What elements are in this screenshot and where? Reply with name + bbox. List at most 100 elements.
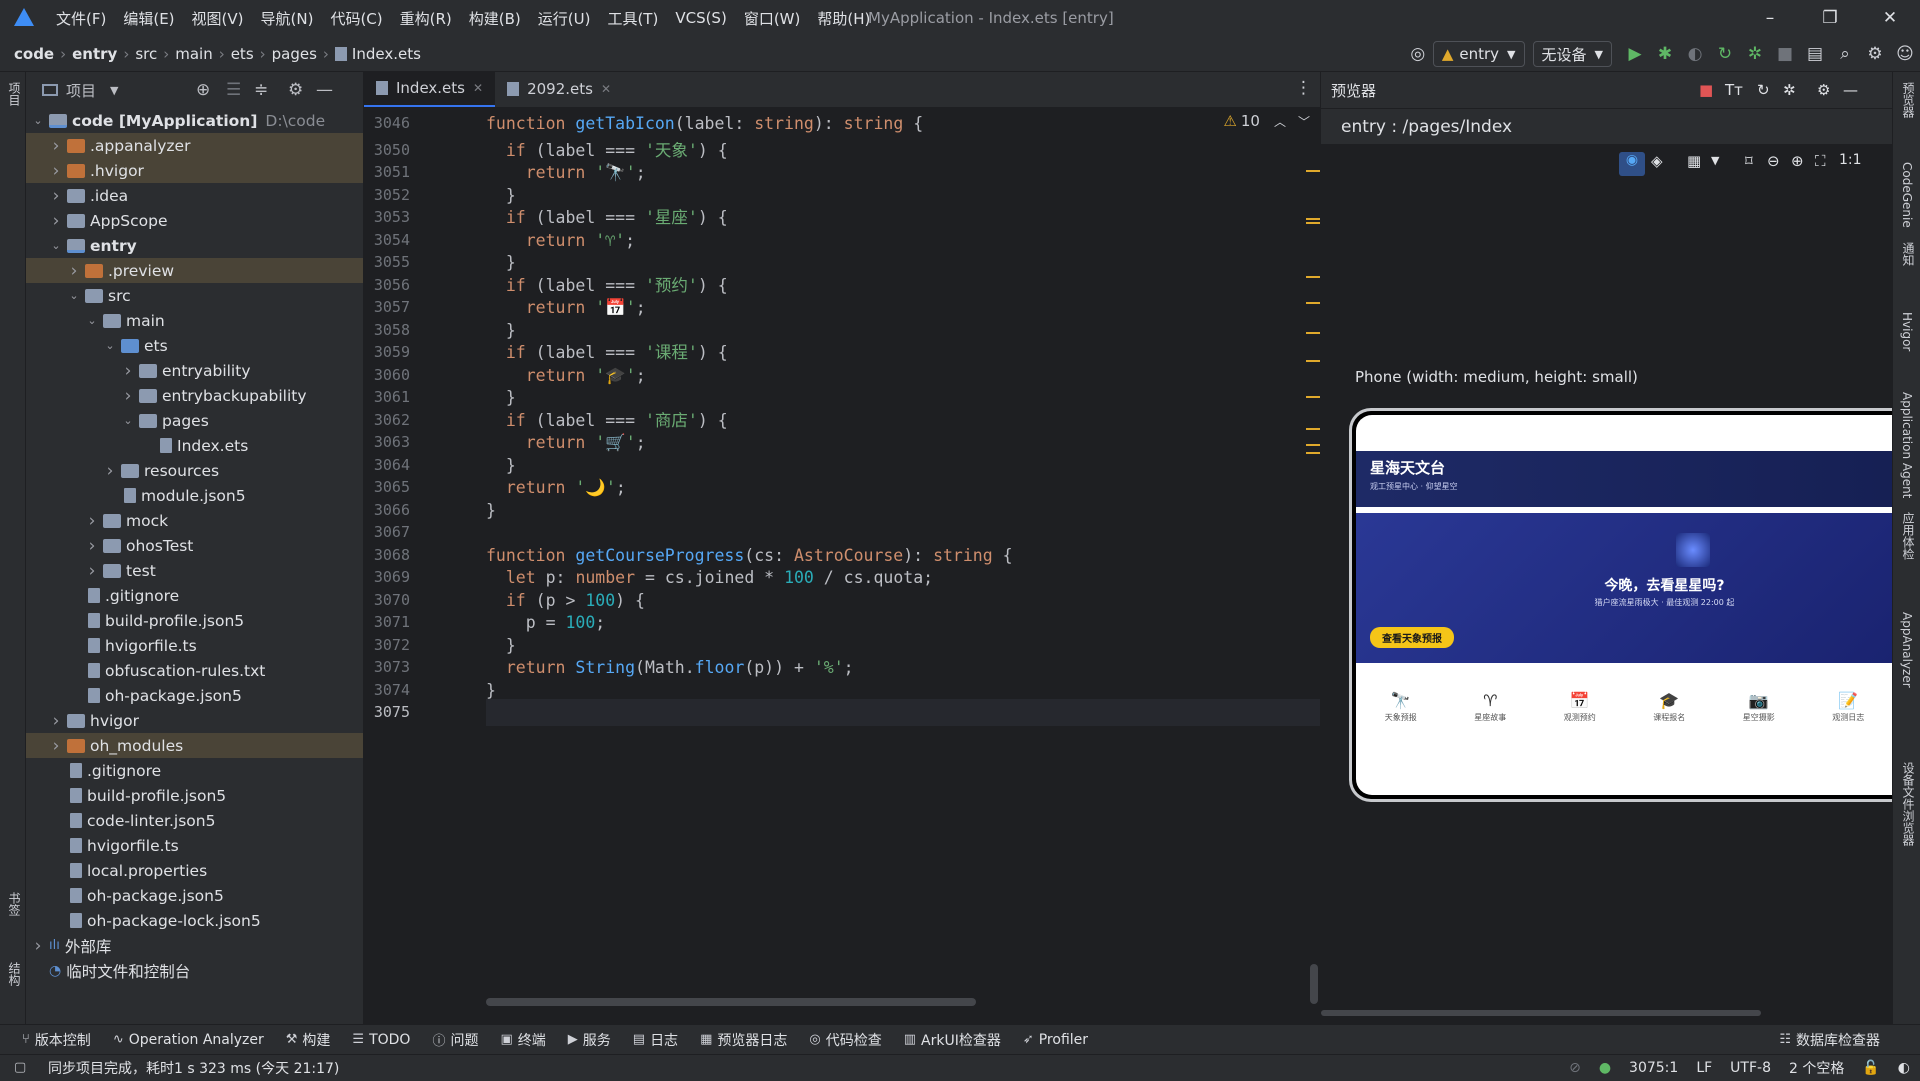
- tree-item[interactable]: ⌄ ets: [26, 333, 363, 358]
- forecast-button[interactable]: 查看天象预报: [1370, 627, 1454, 648]
- preview-scrollbar[interactable]: [1321, 1010, 1761, 1016]
- menu-item[interactable]: 运行(U): [538, 8, 591, 29]
- tree-item[interactable]: ⌄ entry: [26, 233, 363, 258]
- menu-item[interactable]: 帮助(H): [817, 8, 870, 29]
- bottom-tool-button[interactable]: ⚒ 构建: [286, 1030, 331, 1050]
- search-icon[interactable]: ⌕: [1830, 36, 1860, 72]
- breadcrumb-item[interactable]: pages: [272, 45, 317, 63]
- code-area[interactable]: function getTabIcon(label: string): stri…: [486, 108, 1320, 1024]
- warning-marker[interactable]: [1306, 360, 1320, 362]
- chevron-right-icon[interactable]: ›: [84, 561, 100, 581]
- chevron-right-icon[interactable]: ›: [48, 736, 64, 756]
- menu-item[interactable]: 文件(F): [56, 8, 106, 29]
- db-inspector-button[interactable]: ☷ 数据库检查器: [1779, 1030, 1880, 1050]
- restore-button[interactable]: ❐: [1800, 0, 1860, 36]
- right-tool-button[interactable]: 应用体检: [1900, 512, 1917, 560]
- bottom-tool-button[interactable]: ▤ 日志: [633, 1030, 678, 1050]
- right-tool-button[interactable]: CodeGenie: [1900, 162, 1914, 228]
- editor-tab[interactable]: Index.ets ✕: [364, 71, 496, 107]
- bottom-tool-button[interactable]: ▦ 预览器日志: [700, 1030, 787, 1050]
- menu-item[interactable]: 重构(R): [400, 8, 452, 29]
- breadcrumb-item[interactable]: Index.ets: [352, 45, 421, 63]
- tree-item[interactable]: › resources: [26, 458, 363, 483]
- tree-item[interactable]: build-profile.json5: [26, 608, 363, 633]
- chevron-up-icon[interactable]: ︿: [1274, 113, 1286, 130]
- device-manager-icon[interactable]: ▤: [1800, 36, 1830, 72]
- attach-debugger-icon[interactable]: ✲: [1740, 36, 1770, 72]
- fit-icon[interactable]: ⛶: [1815, 152, 1826, 170]
- bottom-tool-button[interactable]: ▥ ArkUI检查器: [904, 1030, 1001, 1050]
- chevron-down-icon[interactable]: ⌄: [120, 414, 136, 427]
- breadcrumb-item[interactable]: code: [14, 45, 54, 63]
- line-separator[interactable]: LF: [1696, 1060, 1712, 1076]
- project-panel-title[interactable]: 项目: [66, 80, 96, 101]
- actual-size-icon[interactable]: 1:1: [1839, 152, 1862, 168]
- device-select[interactable]: 无设备 ▼: [1532, 41, 1612, 67]
- warning-marker[interactable]: [1306, 222, 1320, 224]
- menu-item[interactable]: 视图(V): [192, 8, 244, 29]
- debug-icon[interactable]: ✱: [1650, 36, 1680, 72]
- right-tool-button[interactable]: 设备文件浏览器: [1900, 762, 1917, 846]
- indent-setting[interactable]: 2 个空格: [1789, 1058, 1844, 1078]
- font-size-icon[interactable]: Tт: [1725, 81, 1743, 99]
- right-tool-button[interactable]: 通知: [1900, 242, 1917, 266]
- settings-icon[interactable]: ⚙: [1860, 36, 1890, 72]
- chevron-down-icon[interactable]: ⌄: [102, 339, 118, 352]
- inspect-icon[interactable]: ✲: [1783, 81, 1796, 99]
- tree-item[interactable]: ⌄ src: [26, 283, 363, 308]
- chevron-down-icon[interactable]: ⌄: [30, 114, 46, 127]
- layers-icon[interactable]: ◈: [1651, 152, 1663, 170]
- memory-icon[interactable]: ◐: [1898, 1060, 1910, 1076]
- tree-item[interactable]: local.properties: [26, 858, 363, 883]
- chevron-right-icon[interactable]: ›: [48, 711, 64, 731]
- tree-item[interactable]: › .idea: [26, 183, 363, 208]
- chevron-down-icon[interactable]: ⌄: [84, 314, 100, 327]
- zoom-out-icon[interactable]: ⊖: [1767, 152, 1780, 170]
- bottom-tool-button[interactable]: ◎ 代码检查: [809, 1030, 881, 1050]
- chevron-right-icon[interactable]: ›: [48, 161, 64, 181]
- tree-item[interactable]: › ohosTest: [26, 533, 363, 558]
- breadcrumb-item[interactable]: entry: [72, 45, 117, 63]
- tree-item[interactable]: › hvigor: [26, 708, 363, 733]
- chevron-right-icon[interactable]: ›: [30, 936, 46, 956]
- menu-item[interactable]: 代码(C): [330, 8, 382, 29]
- app-nav-item[interactable]: 📷 星空摄影: [1714, 677, 1804, 737]
- horizontal-scrollbar[interactable]: [486, 998, 976, 1006]
- chevron-right-icon[interactable]: ›: [48, 136, 64, 156]
- tree-item[interactable]: › .preview: [26, 258, 363, 283]
- tree-item[interactable]: › entrybackupability: [26, 383, 363, 408]
- stop-icon[interactable]: ■: [1770, 36, 1800, 72]
- tree-item[interactable]: code-linter.json5: [26, 808, 363, 833]
- tree-item[interactable]: oh-package.json5: [26, 683, 363, 708]
- chevron-right-icon[interactable]: ›: [84, 536, 100, 556]
- tree-item[interactable]: › ılı 外部库: [26, 933, 363, 958]
- breadcrumb-item[interactable]: ets: [231, 45, 254, 63]
- app-nav-item[interactable]: 📅 观测预约: [1535, 677, 1625, 737]
- chevron-right-icon[interactable]: ›: [48, 211, 64, 231]
- warning-marker[interactable]: [1306, 276, 1320, 278]
- target-icon[interactable]: ◎: [1403, 36, 1433, 72]
- app-nav-item[interactable]: ♈ 星座故事: [1446, 677, 1536, 737]
- tree-item[interactable]: build-profile.json5: [26, 783, 363, 808]
- collapse-all-icon[interactable]: ≑: [254, 80, 268, 100]
- tree-item[interactable]: hvigorfile.ts: [26, 833, 363, 858]
- chevron-right-icon[interactable]: ›: [66, 261, 82, 281]
- chevron-down-icon[interactable]: ﹀: [1298, 113, 1310, 130]
- right-tool-button[interactable]: Application Agent: [1900, 392, 1914, 498]
- bottom-tool-button[interactable]: ➶ Profiler: [1023, 1032, 1088, 1048]
- close-icon[interactable]: ✕: [601, 82, 611, 96]
- chevron-right-icon[interactable]: ›: [48, 186, 64, 206]
- layout-icon[interactable]: ▢: [14, 1060, 26, 1075]
- bottom-tool-button[interactable]: ⑂ 版本控制: [22, 1030, 91, 1050]
- chevron-down-icon[interactable]: ⌄: [48, 239, 64, 252]
- close-icon[interactable]: ✕: [473, 81, 483, 95]
- chevron-right-icon[interactable]: ›: [120, 386, 136, 406]
- warning-marker[interactable]: [1306, 444, 1320, 446]
- zoom-in-icon[interactable]: ⊕: [1791, 152, 1804, 170]
- gear-icon[interactable]: ⚙: [1817, 81, 1830, 99]
- bottom-tool-button[interactable]: ∿ Operation Analyzer: [113, 1032, 264, 1048]
- expand-all-icon[interactable]: ☰: [226, 80, 241, 100]
- tab-menu-icon[interactable]: ⋮: [1295, 78, 1312, 98]
- right-tool-button[interactable]: AppAnalyzer: [1900, 612, 1914, 688]
- tree-item[interactable]: oh-package-lock.json5: [26, 908, 363, 933]
